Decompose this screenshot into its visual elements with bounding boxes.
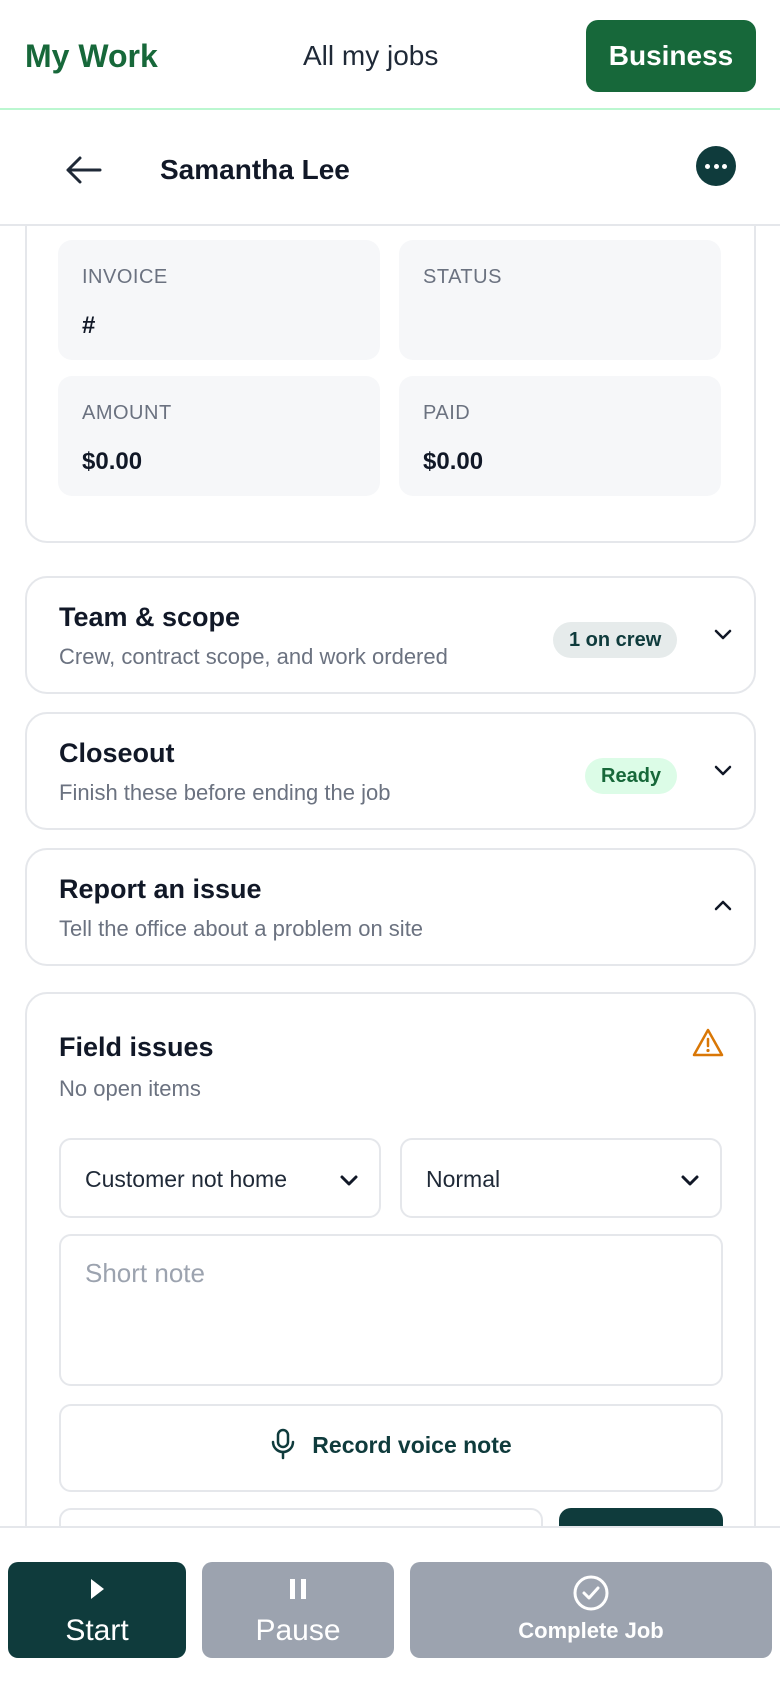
record-voice-note-button[interactable]: Record voice note	[59, 1404, 723, 1492]
business-button[interactable]: Business	[586, 20, 756, 92]
amount-tile: AMOUNT $0.00	[58, 376, 380, 496]
ready-badge: Ready	[585, 758, 678, 794]
microphone-icon	[272, 1428, 295, 1460]
pause-label: Pause	[255, 1614, 341, 1647]
start-button[interactable]: Start	[8, 1562, 186, 1658]
priority-select[interactable]: Normal	[400, 1138, 722, 1218]
invoice-label: INVOICE	[82, 266, 168, 288]
warning-icon	[692, 1028, 724, 1057]
voice-button-content: Record voice note	[61, 1428, 721, 1460]
issue-type-value: Customer not home	[85, 1166, 287, 1192]
job-header: Samantha Lee	[0, 112, 780, 226]
chevron-down-icon	[681, 1175, 699, 1186]
field-issues-card: Field issues No open items Customer not …	[25, 992, 756, 1526]
issue-type-select[interactable]: Customer not home	[59, 1138, 381, 1218]
invoice-value: #	[82, 312, 96, 339]
paid-label: PAID	[423, 402, 471, 424]
chevron-down-icon[interactable]	[711, 622, 735, 646]
play-icon	[91, 1579, 104, 1599]
short-note-input[interactable]	[59, 1234, 723, 1386]
report-issue-title: Report an issue	[59, 874, 262, 904]
customer-name: Samantha Lee	[160, 154, 350, 185]
closeout-title: Closeout	[59, 738, 175, 768]
pause-button[interactable]: Pause	[202, 1562, 394, 1658]
complete-job-label: Complete Job	[518, 1618, 664, 1643]
chevron-up-icon[interactable]	[711, 894, 735, 918]
chevron-down-icon	[340, 1175, 358, 1186]
report-issue-section[interactable]: Report an issue Tell the office about a …	[25, 848, 756, 966]
crew-count-badge: 1 on crew	[553, 622, 678, 658]
top-nav: My Work All my jobs Business	[0, 0, 780, 110]
closeout-section[interactable]: Closeout Finish these before ending the …	[25, 712, 756, 830]
amount-value: $0.00	[82, 448, 143, 475]
field-issues-title: Field issues	[59, 1032, 214, 1062]
invoice-tile: INVOICE #	[58, 240, 380, 360]
status-label: STATUS	[423, 266, 502, 288]
action-bar: Start Pause Complete Job	[0, 1526, 780, 1688]
partial-control[interactable]	[59, 1508, 543, 1526]
paid-value: $0.00	[423, 448, 484, 475]
complete-job-button[interactable]: Complete Job	[410, 1562, 772, 1658]
amount-label: AMOUNT	[82, 402, 172, 424]
team-scope-subtitle: Crew, contract scope, and work ordered	[59, 644, 448, 669]
back-arrow-icon[interactable]	[60, 146, 108, 194]
field-issues-subtitle: No open items	[59, 1076, 201, 1101]
brand-title[interactable]: My Work	[25, 38, 158, 75]
all-jobs-link[interactable]: All my jobs	[303, 40, 438, 72]
team-scope-title: Team & scope	[59, 602, 241, 632]
more-options-icon[interactable]	[696, 146, 736, 186]
voice-button-label: Record voice note	[312, 1432, 512, 1458]
paid-tile: PAID $0.00	[399, 376, 721, 496]
start-label: Start	[65, 1614, 129, 1647]
invoice-card: INVOICE # STATUS AMOUNT $0.00 PAID $0.00	[25, 226, 756, 543]
closeout-subtitle: Finish these before ending the job	[59, 780, 391, 805]
partial-submit-button[interactable]	[559, 1508, 723, 1526]
check-circle-icon	[573, 1575, 609, 1611]
chevron-down-icon[interactable]	[711, 758, 735, 782]
job-content[interactable]: INVOICE # STATUS AMOUNT $0.00 PAID $0.00…	[0, 226, 780, 1526]
pause-icon	[290, 1579, 306, 1599]
team-scope-section[interactable]: Team & scope Crew, contract scope, and w…	[25, 576, 756, 694]
priority-value: Normal	[426, 1166, 501, 1192]
status-tile: STATUS	[399, 240, 721, 360]
report-issue-subtitle: Tell the office about a problem on site	[59, 916, 424, 941]
